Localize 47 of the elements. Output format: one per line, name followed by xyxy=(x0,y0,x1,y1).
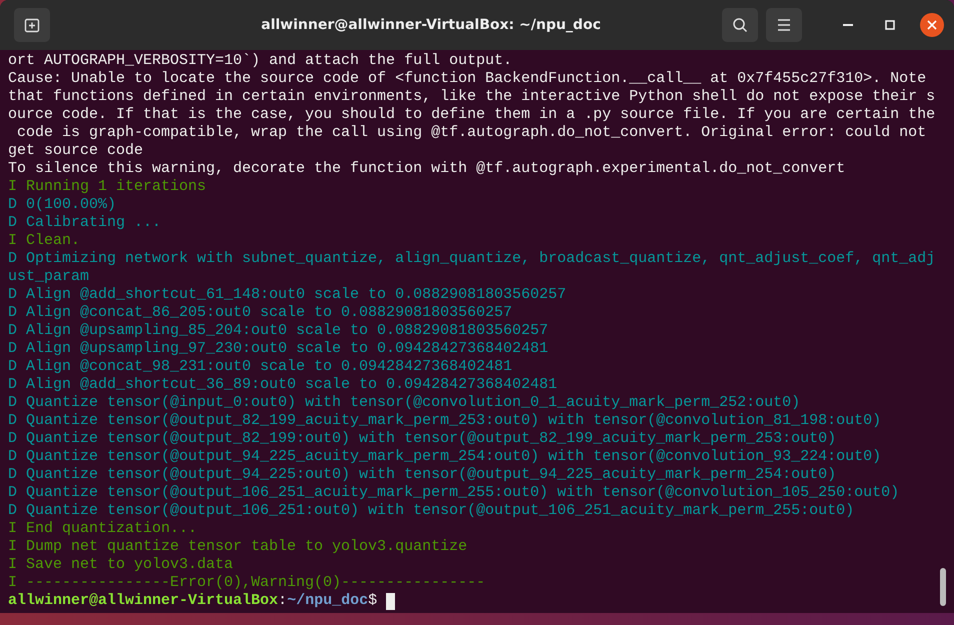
maximize-icon xyxy=(885,20,895,30)
terminal-line: ource code. If that is the case, you should to define them in a .py source file. If you are certain the xyxy=(8,106,936,124)
terminal-line: code is graph-compatible, wrap the call using @tf.autograph.do_not_convert. Original error: could not xyxy=(16,124,928,142)
terminal-line: To silence this warning, decorate the function with @tf.autograph.experimental.do_not_convert xyxy=(8,160,846,178)
terminal-line: I Clean. xyxy=(8,232,82,250)
close-icon xyxy=(927,20,937,30)
search-button[interactable] xyxy=(722,8,758,42)
terminal-line: D Align @add_shortcut_36_89:out0 scale to 0.09428427368402481 xyxy=(8,376,558,394)
terminal-line: D Align @upsampling_85_204:out0 scale to 0.08829081803560257 xyxy=(8,322,550,340)
terminal-line: I Dump net quantize tensor table to yolov3.quantize xyxy=(8,538,468,556)
terminal-line: I End quantization... xyxy=(8,520,198,538)
terminal-line: D Quantize tensor(@output_94_225:out0) with tensor(@output_94_225_acuity_mark_perm_254:out0) xyxy=(8,466,838,484)
terminal-line: D Quantize tensor(@output_82_199:out0) with tensor(@output_82_199_acuity_mark_perm_253:out0) xyxy=(8,430,838,448)
terminal-line: D Align @concat_86_205:out0 scale to 0.08829081803560257 xyxy=(8,304,514,322)
scrollbar-thumb[interactable] xyxy=(940,568,946,606)
terminal-line: I ----------------Error(0),Warning(0)---------------- xyxy=(8,574,486,592)
terminal-line: D Quantize tensor(@output_94_225_acuity_mark_perm_254:out0) with tensor(@convolution_93_224:out0) xyxy=(8,448,882,466)
minimize-icon xyxy=(843,24,853,26)
terminal-line: Cause: Unable to locate the source code of <function BackendFunction.__call__ at 0x7f455c27f310>. Note xyxy=(8,70,928,88)
search-icon xyxy=(732,17,748,33)
terminal-line: D Quantize tensor(@input_0:out0) with tensor(@convolution_0_1_acuity_mark_perm_252:out0) xyxy=(8,394,802,412)
terminal-line: D Align @add_shortcut_61_148:out0 scale to 0.08829081803560257 xyxy=(8,286,568,304)
close-button[interactable] xyxy=(920,13,944,37)
terminal-line: D Quantize tensor(@output_82_199_acuity_mark_perm_253:out0) with tensor(@convolution_81_198:out0) xyxy=(8,412,882,430)
terminal-line: D Optimizing network with subnet_quantize, align_quantize, broadcast_quantize, qnt_adjust_coef, qnt_adj xyxy=(8,250,936,268)
terminal-line: get source code xyxy=(8,142,144,160)
terminal-line: ort AUTOGRAPH_VERBOSITY=10`) and attach the full output. xyxy=(8,52,514,70)
new-tab-button[interactable] xyxy=(14,8,50,42)
terminal-line: D Quantize tensor(@output_106_251:out0) with tensor(@output_106_251_acuity_mark_perm_255:out0) xyxy=(8,502,856,520)
terminal-line: D 0(100.00%) xyxy=(8,196,118,214)
prompt-path: ~/npu_doc xyxy=(287,592,368,610)
terminal-line: D Calibrating ... xyxy=(8,214,162,232)
terminal-line: D Quantize tensor(@output_106_251_acuity_mark_perm_255:out0) with tensor(@convolution_105_250:out0) xyxy=(8,484,900,502)
new-tab-icon xyxy=(24,17,40,33)
terminal-line: ust_param xyxy=(8,268,90,286)
terminal-line: I Running 1 iterations xyxy=(8,178,208,196)
terminal-line: that functions defined in certain environments, like the interactive Python shell do not expose their s xyxy=(8,88,936,106)
terminal-line: D Align @upsampling_97_230:out0 scale to 0.09428427368402481 xyxy=(8,340,550,358)
menu-button[interactable] xyxy=(766,8,802,42)
terminal-line: D Align @concat_98_231:out0 scale to 0.09428427368402481 xyxy=(8,358,514,376)
window-title: allwinner@allwinner-VirtualBox: ~/npu_doc xyxy=(260,17,602,33)
menu-icon xyxy=(777,19,791,31)
text-cursor xyxy=(386,592,396,610)
prompt-separator: : xyxy=(278,592,288,610)
prompt-user-host: allwinner@allwinner-VirtualBox xyxy=(8,592,278,610)
terminal-line: I Save net to yolov3.data xyxy=(8,556,234,574)
prompt-symbol: $ xyxy=(368,592,378,610)
